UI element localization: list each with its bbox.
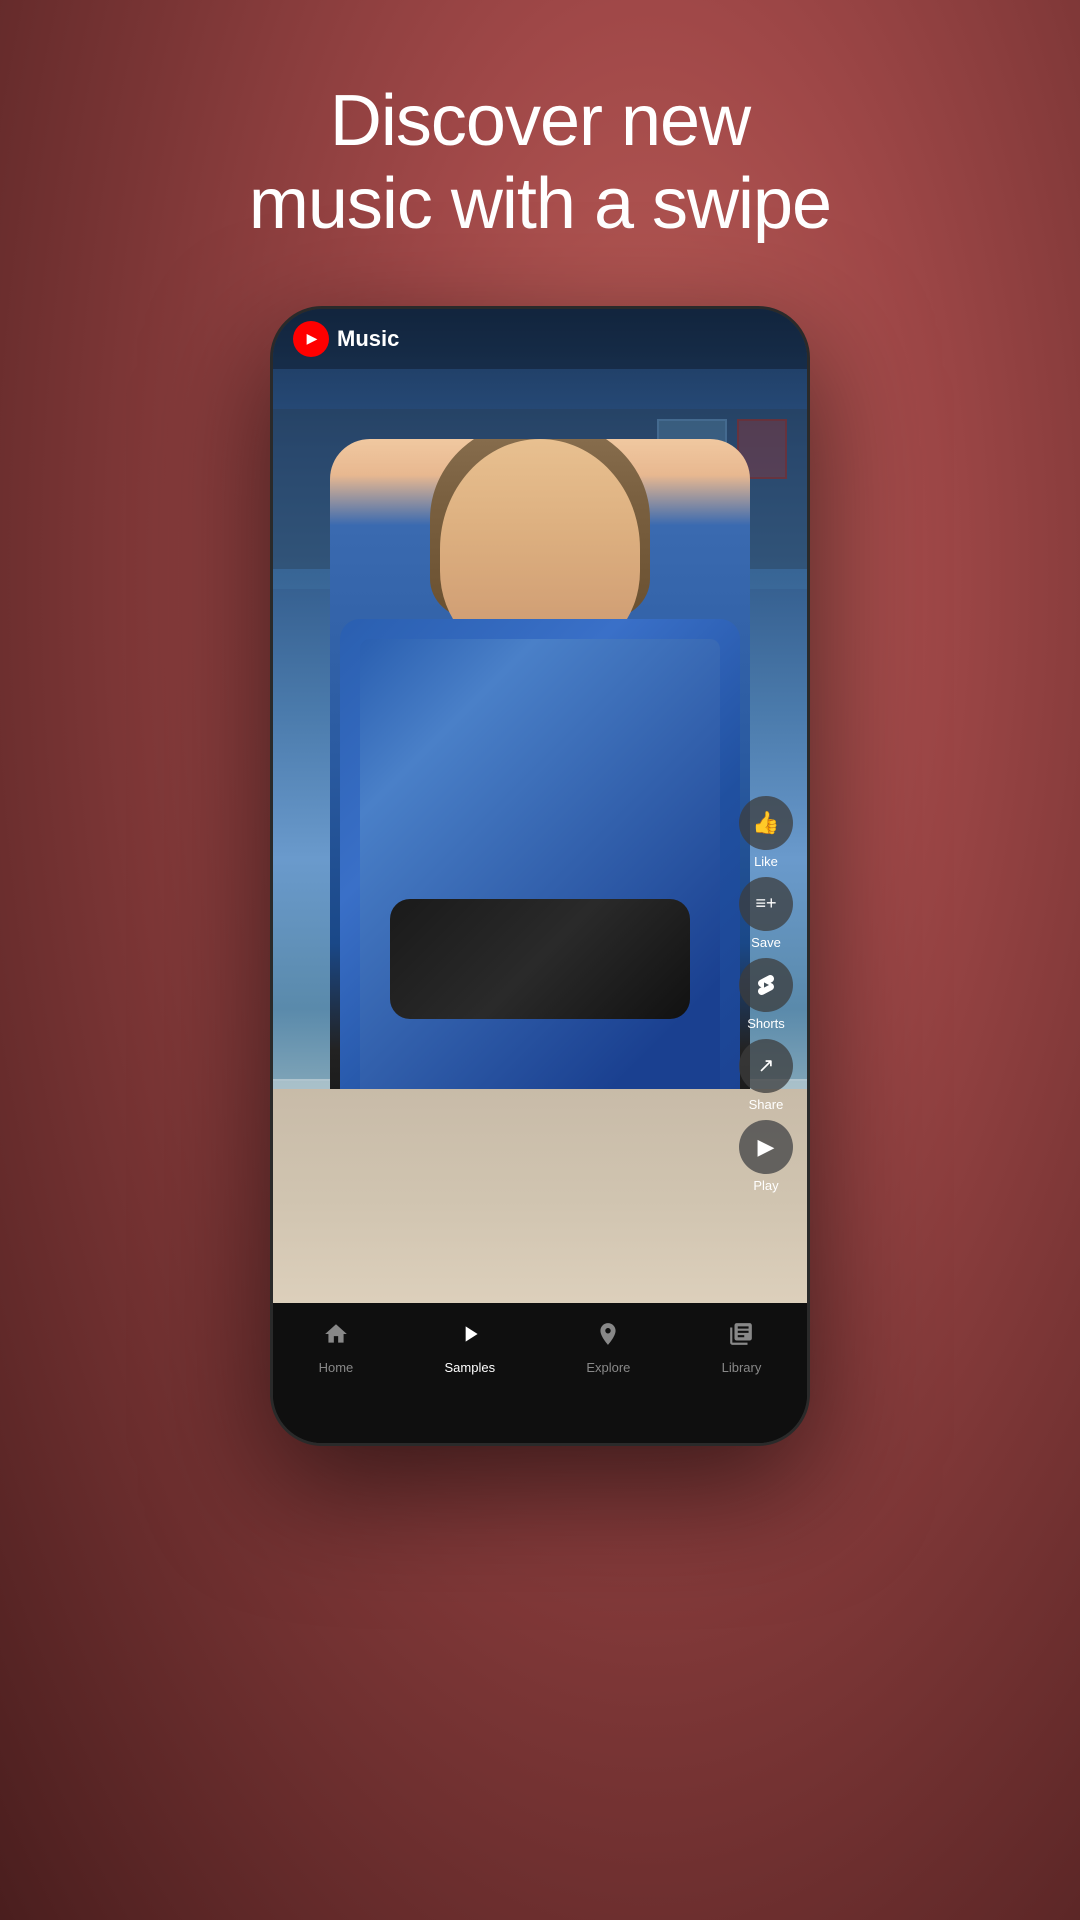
nav-home-label: Home (319, 1360, 354, 1375)
nav-explore-label: Explore (586, 1360, 630, 1375)
headline-line1: Discover new (330, 81, 750, 161)
nav-samples[interactable]: Samples (445, 1321, 496, 1375)
shorts-label: Shorts (747, 1016, 785, 1031)
person-figure (330, 439, 750, 1159)
phone-mockup: Music 👍 Like ≡+ Save Shorts ↗ Share ▶ Pl… (270, 306, 810, 1446)
nav-samples-label: Samples (445, 1360, 496, 1375)
share-icon: ↗ (739, 1039, 793, 1093)
share-label: Share (749, 1097, 784, 1112)
play-button[interactable]: ▶ Play (739, 1120, 793, 1193)
samples-icon (457, 1321, 483, 1354)
share-button[interactable]: ↗ Share (739, 1039, 793, 1112)
like-button[interactable]: 👍 Like (739, 796, 793, 869)
save-button[interactable]: ≡+ Save (739, 877, 793, 950)
shorts-icon (739, 958, 793, 1012)
nav-library[interactable]: Library (722, 1321, 762, 1375)
like-icon: 👍 (739, 796, 793, 850)
library-icon (728, 1321, 754, 1354)
bottom-nav: Home Samples Explore Li (273, 1303, 807, 1443)
shorts-button[interactable]: Shorts (739, 958, 793, 1031)
headline: Discover new music with a swipe (180, 80, 900, 246)
like-label: Like (754, 854, 778, 869)
save-label: Save (751, 935, 781, 950)
headline-line2: music with a swipe (249, 164, 831, 244)
app-name: Music (337, 326, 399, 352)
play-label: Play (753, 1178, 778, 1193)
save-icon: ≡+ (739, 877, 793, 931)
yt-logo (293, 321, 329, 357)
nav-home[interactable]: Home (319, 1321, 354, 1375)
explore-icon (595, 1321, 621, 1354)
play-icon: ▶ (739, 1120, 793, 1174)
action-buttons: 👍 Like ≡+ Save Shorts ↗ Share ▶ Play (739, 796, 793, 1193)
jacket (340, 619, 740, 1159)
gloves (390, 899, 690, 1019)
nav-library-label: Library (722, 1360, 762, 1375)
video-area (273, 309, 807, 1309)
top-bar: Music (273, 309, 807, 369)
nav-explore[interactable]: Explore (586, 1321, 630, 1375)
home-icon (323, 1321, 349, 1354)
